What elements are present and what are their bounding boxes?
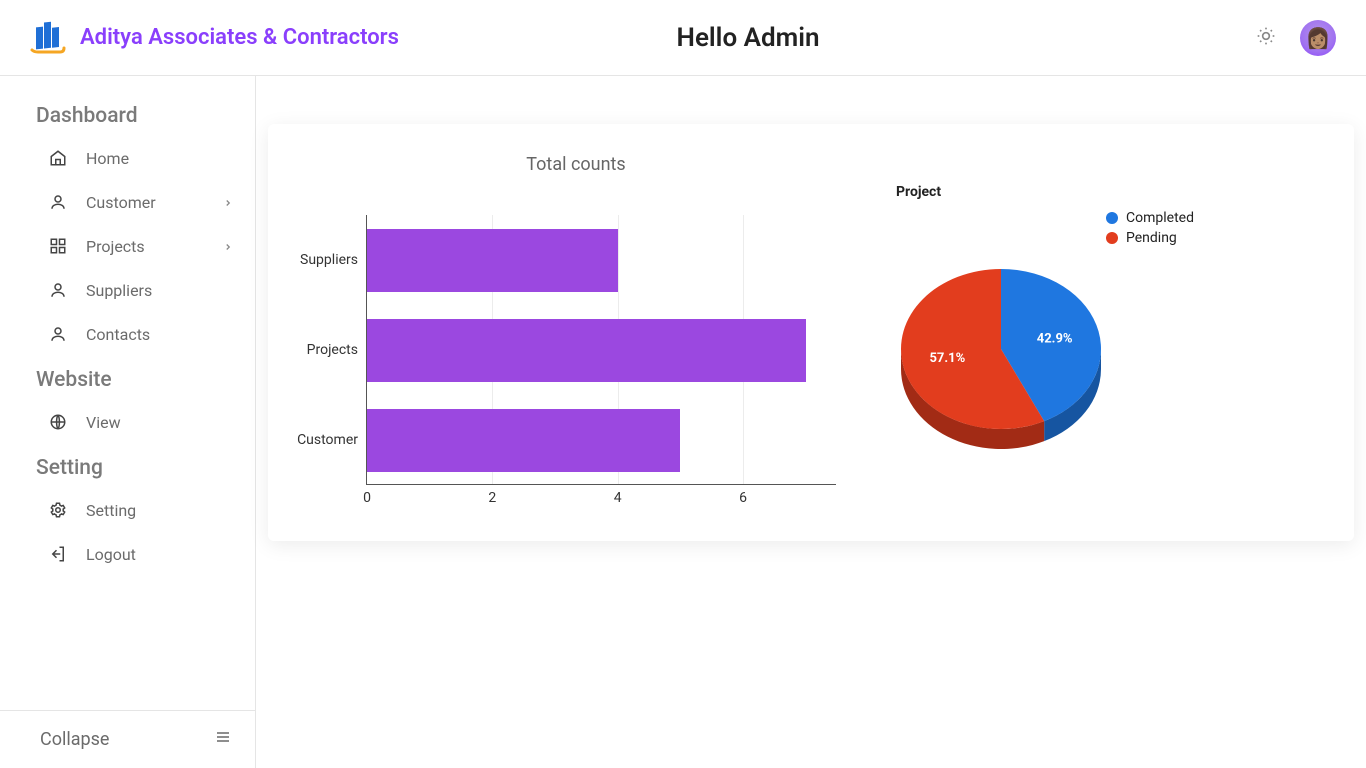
sidebar-collapse[interactable]: Collapse xyxy=(0,710,255,768)
bar-suppliers xyxy=(367,229,618,292)
pie-chart-title: Project xyxy=(896,184,1326,200)
legend-item-pending: Pending xyxy=(1106,230,1326,246)
avatar[interactable]: 👩🏽 xyxy=(1300,20,1336,56)
sidebar-item-label: Projects xyxy=(86,237,145,256)
pie-chart: Project Completed Pending 42.9% 57.1% xyxy=(896,154,1326,505)
main-content: Total counts Suppliers Projects Customer 0 2… xyxy=(256,76,1366,768)
collapse-label: Collapse xyxy=(40,729,109,750)
sidebar-item-label: Home xyxy=(86,149,129,168)
section-title-website: Website xyxy=(0,356,255,400)
logout-icon xyxy=(48,544,68,564)
gear-icon xyxy=(48,500,68,520)
globe-icon xyxy=(48,412,68,432)
legend-label: Completed xyxy=(1126,210,1194,226)
bar-projects xyxy=(367,319,806,382)
bar-customer xyxy=(367,409,680,472)
bar-chart: Total counts Suppliers Projects Customer 0 2… xyxy=(296,154,856,505)
user-icon xyxy=(48,280,68,300)
legend-swatch xyxy=(1106,232,1118,244)
menu-icon xyxy=(215,729,231,750)
home-icon xyxy=(48,148,68,168)
pie-plot: 42.9% 57.1% xyxy=(896,264,1106,454)
pie-legend: Completed Pending xyxy=(1106,210,1326,246)
x-tick: 2 xyxy=(488,490,496,506)
legend-item-completed: Completed xyxy=(1106,210,1326,226)
bar-label: Customer xyxy=(297,432,358,448)
grid-icon xyxy=(48,236,68,256)
page-title: Hello Admin xyxy=(240,23,1256,53)
x-tick: 6 xyxy=(739,490,747,506)
legend-swatch xyxy=(1106,212,1118,224)
sidebar-item-label: View xyxy=(86,413,121,432)
logo-icon xyxy=(30,20,66,56)
x-tick: 4 xyxy=(614,490,622,506)
chevron-right-icon xyxy=(223,193,233,212)
sidebar-item-contacts[interactable]: Contacts xyxy=(0,312,255,356)
pie-slice-label: 42.9% xyxy=(1037,332,1073,347)
section-title-setting: Setting xyxy=(0,444,255,488)
sidebar-item-label: Contacts xyxy=(86,325,150,344)
sidebar-item-projects[interactable]: Projects xyxy=(0,224,255,268)
sidebar-item-view[interactable]: View xyxy=(0,400,255,444)
header-actions: 👩🏽 xyxy=(1256,20,1336,56)
sidebar-item-home[interactable]: Home xyxy=(0,136,255,180)
section-title-dashboard: Dashboard xyxy=(0,92,255,136)
sidebar-item-label: Logout xyxy=(86,545,136,564)
chevron-right-icon xyxy=(223,237,233,256)
header: Aditya Associates & Contractors Hello Ad… xyxy=(0,0,1366,76)
sidebar-item-setting[interactable]: Setting xyxy=(0,488,255,532)
sidebar-item-label: Suppliers xyxy=(86,281,152,300)
pie-slice-label: 57.1% xyxy=(929,351,965,366)
bar-label: Suppliers xyxy=(300,252,358,268)
x-tick: 0 xyxy=(363,490,371,506)
theme-toggle-icon[interactable] xyxy=(1256,26,1276,50)
sidebar-item-logout[interactable]: Logout xyxy=(0,532,255,576)
user-icon xyxy=(48,324,68,344)
user-icon xyxy=(48,192,68,212)
bar-label: Projects xyxy=(307,342,358,358)
sidebar-item-suppliers[interactable]: Suppliers xyxy=(0,268,255,312)
sidebar: Dashboard Home Customer xyxy=(0,76,256,768)
legend-label: Pending xyxy=(1126,230,1177,246)
charts-card: Total counts Suppliers Projects Customer 0 2… xyxy=(268,124,1354,541)
sidebar-item-label: Customer xyxy=(86,193,156,212)
sidebar-item-label: Setting xyxy=(86,501,136,520)
bar-chart-title: Total counts xyxy=(296,154,856,175)
sidebar-item-customer[interactable]: Customer xyxy=(0,180,255,224)
